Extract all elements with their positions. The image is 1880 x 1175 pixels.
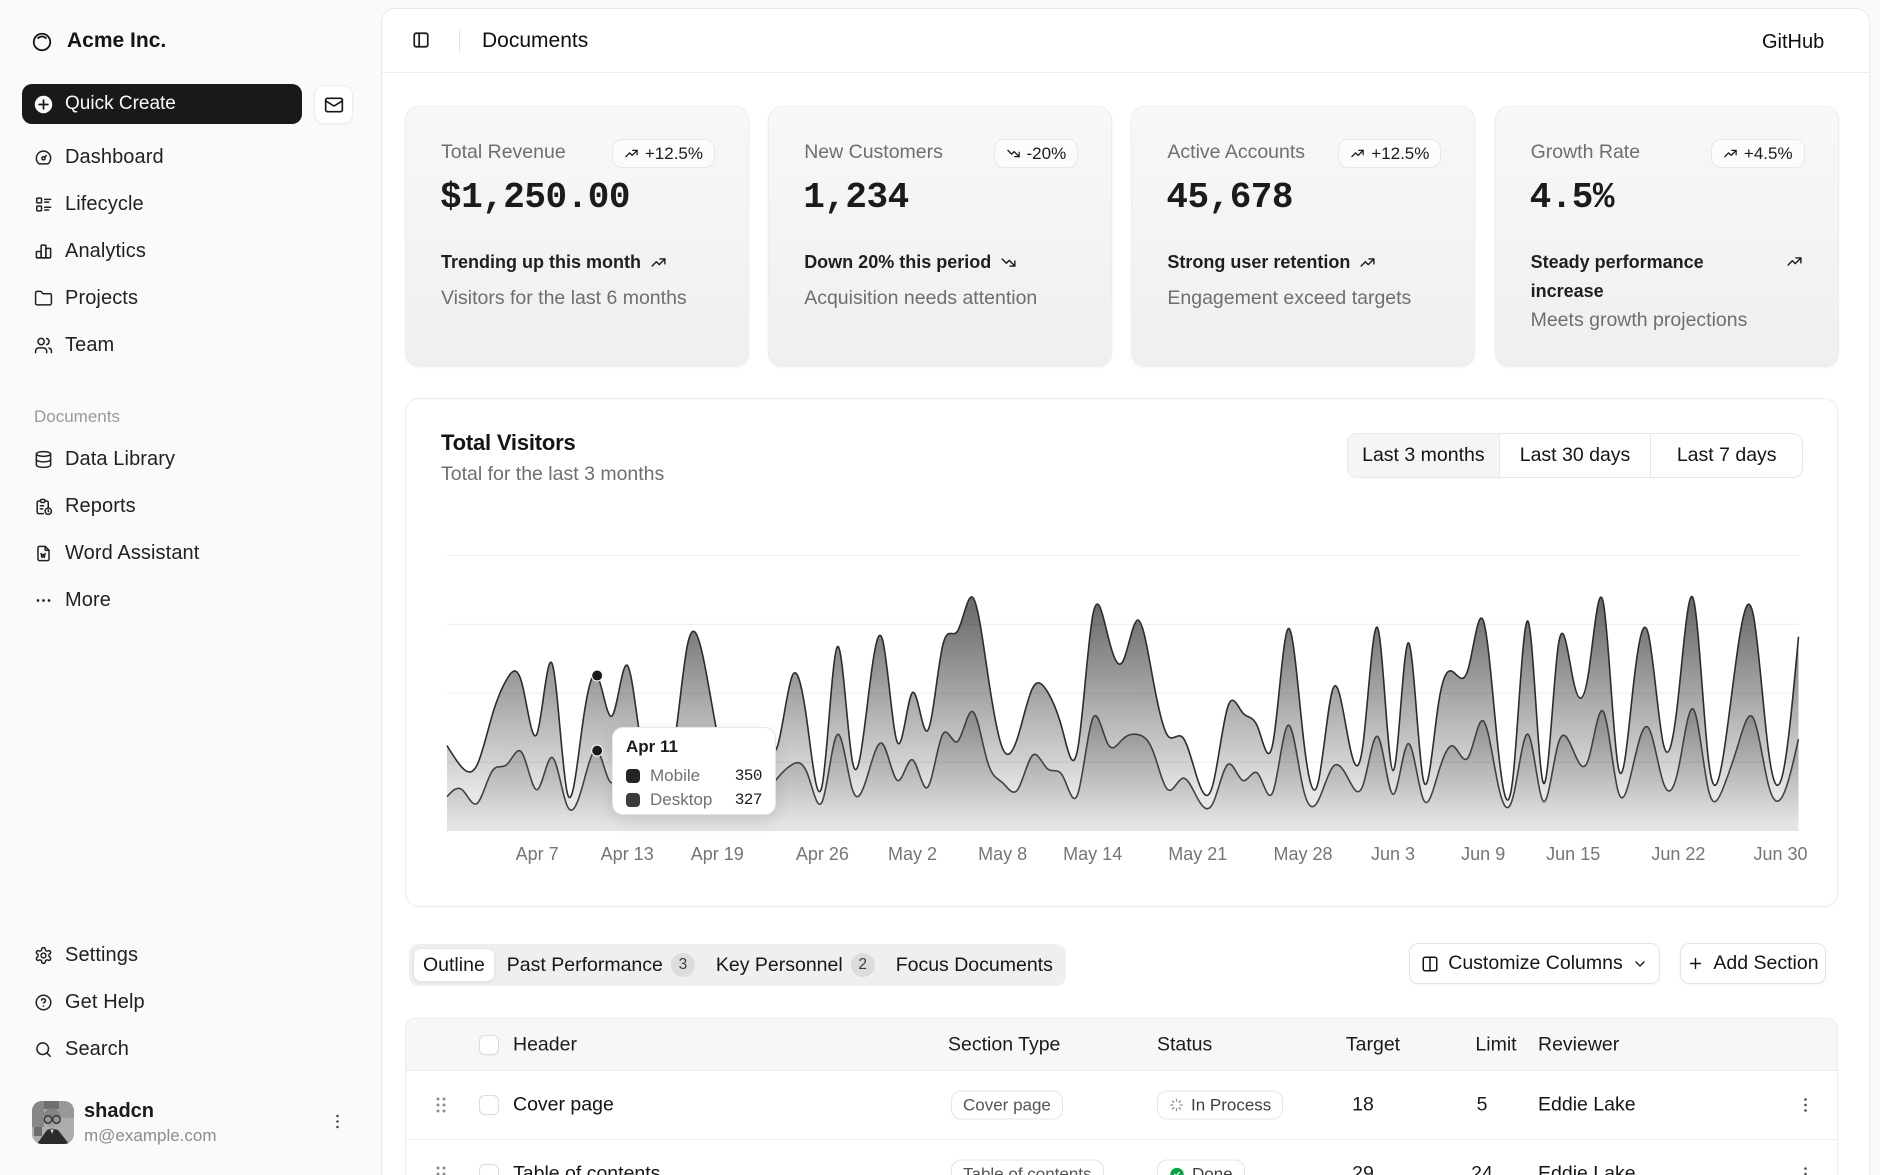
- svg-text:Apr 26: Apr 26: [796, 844, 849, 864]
- svg-text:Apr 19: Apr 19: [691, 844, 744, 864]
- svg-text:May 14: May 14: [1063, 844, 1122, 864]
- svg-text:Jun 3: Jun 3: [1371, 844, 1415, 864]
- svg-text:Apr 13: Apr 13: [601, 844, 654, 864]
- svg-text:May 2: May 2: [888, 844, 937, 864]
- svg-text:Jun 30: Jun 30: [1753, 844, 1807, 864]
- svg-text:Apr 7: Apr 7: [516, 844, 559, 864]
- svg-text:Jun 22: Jun 22: [1651, 844, 1705, 864]
- svg-text:May 28: May 28: [1273, 844, 1332, 864]
- svg-text:Jun 9: Jun 9: [1461, 844, 1505, 864]
- svg-text:May 8: May 8: [978, 844, 1027, 864]
- svg-text:Jun 15: Jun 15: [1546, 844, 1600, 864]
- svg-text:May 21: May 21: [1168, 844, 1227, 864]
